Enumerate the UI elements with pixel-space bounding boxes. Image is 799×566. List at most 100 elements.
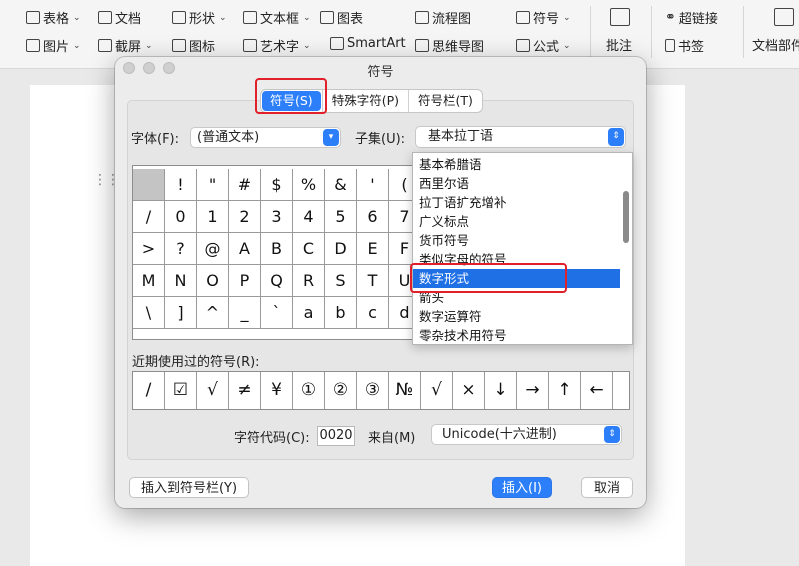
symbol-cell[interactable]: N	[165, 265, 197, 297]
insert-button[interactable]: 插入(I)	[492, 477, 552, 498]
symbol-cell[interactable]: 3	[261, 201, 293, 233]
font-label: 字体(F):	[131, 132, 180, 147]
subset-option[interactable]: 拉丁语扩充增补	[413, 193, 620, 212]
tab-symbol-bar[interactable]: 符号栏(T)	[408, 90, 482, 112]
subset-option[interactable]: 广义标点	[413, 212, 620, 231]
symbol-cell[interactable]: T	[357, 265, 389, 297]
symbol-cell[interactable]: @	[197, 233, 229, 265]
symbol-cell[interactable]: ^	[197, 297, 229, 329]
recent-symbol-cell[interactable]: √	[421, 372, 453, 409]
toolbar-mindmap-button[interactable]: 思维导图	[415, 36, 484, 55]
toolbar-shapes-button[interactable]: 形状 ⌄	[172, 8, 227, 27]
symbol-cell[interactable]: '	[357, 169, 389, 201]
symbol-cell[interactable]: 0	[165, 201, 197, 233]
comment-button[interactable]: 批注	[603, 6, 637, 56]
symbol-cell[interactable]: A	[229, 233, 261, 265]
symbol-cell[interactable]: $	[261, 169, 293, 201]
symbol-cell[interactable]: `	[261, 297, 293, 329]
symbol-cell[interactable]: "	[197, 169, 229, 201]
recent-symbol-cell[interactable]: √	[197, 372, 229, 409]
wordart-icon	[243, 39, 257, 52]
add-to-symbol-bar-button[interactable]: 插入到符号栏(Y)	[129, 477, 249, 498]
recent-symbol-cell[interactable]: ←	[581, 372, 613, 409]
doc-parts-button[interactable]: 文档部件	[752, 6, 799, 56]
symbol-cell[interactable]: P	[229, 265, 261, 297]
symbol-cell[interactable]: S	[325, 265, 357, 297]
subset-dropdown-list[interactable]: 基本希腊语 西里尔语 拉丁语扩充增补 广义标点 货币符号 类似字母的符号 数字形式 箭头 数字运…	[412, 152, 633, 345]
toolbar-icons-button[interactable]: 图标	[172, 36, 215, 55]
symbol-cell[interactable]	[133, 169, 165, 201]
toolbar-textbox-button[interactable]: 文本框 ⌄	[243, 8, 311, 27]
symbol-cell[interactable]: a	[293, 297, 325, 329]
char-code-input[interactable]: 0020	[317, 426, 355, 446]
symbol-cell[interactable]: Q	[261, 265, 293, 297]
symbol-cell[interactable]: ?	[165, 233, 197, 265]
toolbar-screenshot-button[interactable]: 截屏 ⌄	[98, 36, 153, 55]
dropdown-scrollbar[interactable]	[623, 191, 629, 243]
symbol-cell[interactable]: b	[325, 297, 357, 329]
toolbar-formula-button[interactable]: 公式 ⌄	[516, 36, 571, 55]
recent-symbols-row[interactable]: ∕ ☑ √ ≠ ¥ ① ② ③ № √ × ↓ → ↑ ←	[132, 371, 630, 410]
symbol-cell[interactable]: /	[133, 201, 165, 233]
symbol-cell[interactable]: 4	[293, 201, 325, 233]
chevron-down-icon: ⌄	[145, 40, 153, 51]
symbol-cell[interactable]: C	[293, 233, 325, 265]
symbol-cell[interactable]: 2	[229, 201, 261, 233]
toolbar-document-button[interactable]: 文档	[98, 8, 141, 27]
recent-symbol-cell[interactable]: ③	[357, 372, 389, 409]
symbol-cell[interactable]: \	[133, 297, 165, 329]
recent-symbol-cell[interactable]: ≠	[229, 372, 261, 409]
symbol-cell[interactable]: 5	[325, 201, 357, 233]
subset-option[interactable]: 零杂技术用符号	[413, 326, 620, 345]
encoding-select[interactable]: Unicode(十六进制) ⇕	[431, 424, 622, 445]
recent-symbol-cell[interactable]: ×	[453, 372, 485, 409]
symbol-cell[interactable]: B	[261, 233, 293, 265]
symbol-cell[interactable]: ]	[165, 297, 197, 329]
symbol-cell[interactable]: 6	[357, 201, 389, 233]
symbol-cell[interactable]: 1	[197, 201, 229, 233]
tab-special-chars[interactable]: 特殊字符(P)	[321, 90, 408, 112]
symbol-cell[interactable]: %	[293, 169, 325, 201]
dialog-titlebar[interactable]: 符号	[115, 57, 646, 81]
symbol-cell[interactable]: D	[325, 233, 357, 265]
bookmark-button[interactable]: 书签	[665, 36, 704, 55]
subset-option[interactable]: 基本希腊语	[413, 155, 620, 174]
recent-symbol-cell[interactable]: ∕	[133, 372, 165, 409]
toolbar-flowchart-button[interactable]: 流程图	[415, 8, 471, 27]
toolbar-smartart-button[interactable]: SmartArt	[330, 36, 406, 51]
symbol-cell[interactable]: c	[357, 297, 389, 329]
symbol-cell[interactable]: R	[293, 265, 325, 297]
symbol-cell[interactable]: M	[133, 265, 165, 297]
symbol-cell[interactable]: #	[229, 169, 261, 201]
subset-select[interactable]: 基本拉丁语 ⇕	[415, 126, 626, 148]
icons-icon	[172, 39, 186, 52]
subset-option[interactable]: 西里尔语	[413, 174, 620, 193]
hyperlink-button[interactable]: ⚭ 超链接	[665, 8, 718, 27]
toolbar-omega-button[interactable]: 符号 ⌄	[516, 8, 571, 27]
subset-option[interactable]: 数字运算符	[413, 307, 620, 326]
recent-symbol-cell[interactable]: ☑	[165, 372, 197, 409]
font-select[interactable]: (普通文本) ▾	[190, 127, 341, 148]
symbol-cell[interactable]: &	[325, 169, 357, 201]
cancel-button[interactable]: 取消	[581, 477, 633, 498]
recent-symbol-cell[interactable]: ¥	[261, 372, 293, 409]
recent-symbol-cell[interactable]: ↑	[549, 372, 581, 409]
symbol-grid[interactable]: ! " # $% & '(/0 1 2 3 4 5 6 7 >? @ A B C D E F M N O P Q R S T U \] ^ _ `…	[132, 165, 420, 340]
chevron-down-icon: ⌄	[303, 40, 311, 51]
recent-symbol-cell[interactable]: ↓	[485, 372, 517, 409]
recent-symbol-cell[interactable]: ①	[293, 372, 325, 409]
toolbar-picture-button[interactable]: 图片 ⌄	[26, 36, 81, 55]
symbol-cell[interactable]: >	[133, 233, 165, 265]
toolbar-table-button[interactable]: 表格 ⌄	[26, 8, 81, 27]
symbol-cell[interactable]: E	[357, 233, 389, 265]
recent-symbol-cell[interactable]: →	[517, 372, 549, 409]
subset-option[interactable]: 货币符号	[413, 231, 620, 250]
bookmark-icon	[665, 39, 675, 52]
toolbar-wordart-button[interactable]: 艺术字 ⌄	[243, 36, 311, 55]
recent-symbol-cell[interactable]: ②	[325, 372, 357, 409]
symbol-cell[interactable]: O	[197, 265, 229, 297]
symbol-cell[interactable]: _	[229, 297, 261, 329]
toolbar-chart-button[interactable]: 图表	[320, 8, 363, 27]
symbol-cell[interactable]: !	[165, 169, 197, 201]
recent-symbol-cell[interactable]: №	[389, 372, 421, 409]
